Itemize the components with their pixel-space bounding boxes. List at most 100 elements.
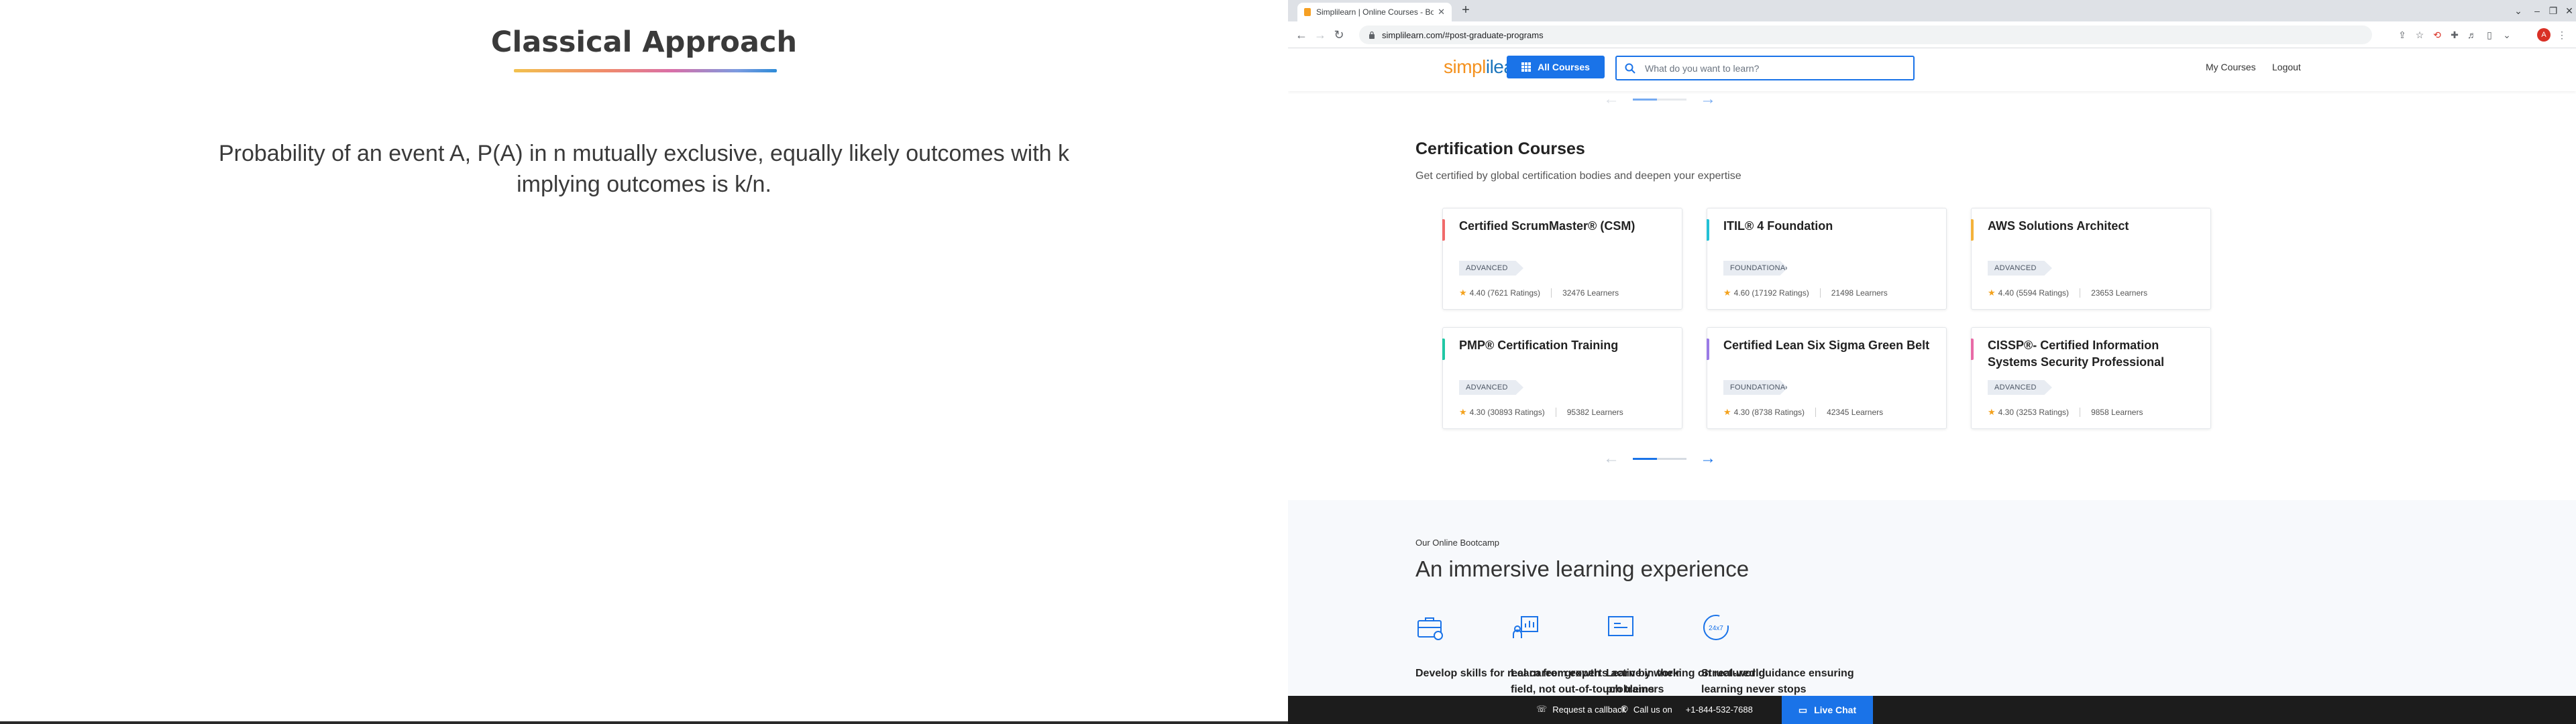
certification-carousel-nav: ← →: [1603, 450, 1716, 467]
card-accent: [1707, 219, 1709, 241]
all-courses-button[interactable]: All Courses: [1507, 56, 1605, 78]
search-input[interactable]: [1645, 62, 1900, 74]
contact-bar: ☏ Request a callback ✆ Call us on +1-844…: [1288, 696, 2576, 724]
course-card[interactable]: AWS Solutions Architect ADVANCED ★ 4.40 (…: [1971, 208, 2211, 310]
carousel-prev-icon[interactable]: ←: [1603, 91, 1619, 107]
course-title: AWS Solutions Architect: [1988, 219, 2129, 233]
star-icon: ★: [1988, 288, 1996, 298]
course-card[interactable]: Certified ScrumMaster® (CSM) ADVANCED ★ 4…: [1442, 208, 1682, 310]
learners-text: 9858 Learners: [2091, 408, 2143, 417]
reload-icon[interactable]: ↻: [1331, 27, 1347, 43]
feature-item: 24x7 Structured guidance ensuring learni…: [1701, 613, 1889, 698]
course-meta: ★ 4.40 (7621 Ratings) 32476 Learners: [1459, 288, 1619, 298]
expert-chart-icon: [1513, 616, 1538, 638]
course-meta: ★ 4.30 (30893 Ratings) 95382 Learners: [1459, 407, 1623, 418]
course-card[interactable]: Certified Lean Six Sigma Green Belt FOUN…: [1707, 327, 1947, 429]
star-icon: ★: [1723, 407, 1731, 417]
level-badge: ADVANCED: [1459, 380, 1523, 395]
grid-icon: [1521, 62, 1532, 72]
card-accent: [1442, 219, 1445, 241]
new-tab-button[interactable]: +: [1458, 3, 1473, 18]
carousel-prev-icon[interactable]: ←: [1603, 450, 1619, 467]
back-icon[interactable]: ←: [1293, 27, 1309, 43]
site-header: simplilearn All Courses My Courses Logou…: [1288, 48, 2576, 91]
logo-part-1: simpl: [1444, 56, 1486, 77]
media-icon[interactable]: ♬: [2465, 27, 2479, 42]
carousel-progress: [1633, 457, 1686, 460]
lock-icon: [1369, 31, 1375, 39]
menu-kebab-icon[interactable]: ⋮: [2555, 27, 2569, 42]
bootcamp-title: An immersive learning experience: [1415, 556, 1750, 581]
tab-search-icon[interactable]: ⌄: [2500, 27, 2514, 42]
slide-pane: Classical Approach Probability of an eve…: [0, 0, 1288, 724]
sidebar-icon[interactable]: ▯: [2482, 27, 2497, 42]
carousel-progress-fill: [1633, 98, 1657, 101]
course-title: Certified ScrumMaster® (CSM): [1459, 219, 1635, 233]
level-badge: ADVANCED: [1459, 261, 1523, 276]
24x7-icon: 24x7: [1703, 615, 1729, 640]
extension-red-icon[interactable]: ⟲: [2430, 27, 2445, 42]
slide-title: Classical Approach: [490, 25, 798, 59]
extensions-puzzle-icon[interactable]: ✚: [2447, 27, 2462, 42]
browser-toolbar: ← → ↻ simplilearn.com/#post-graduate-pro…: [1288, 21, 2576, 48]
rating-text: 4.30 (3253 Ratings): [1998, 408, 2070, 417]
carousel-progress: [1633, 98, 1686, 101]
course-title: PMP® Certification Training: [1459, 339, 1619, 352]
learners-text: 42345 Learners: [1827, 408, 1884, 417]
phone-icon: ☏: [1536, 704, 1548, 714]
card-accent: [1707, 339, 1709, 360]
course-meta: ★ 4.30 (3253 Ratings) 9858 Learners: [1988, 407, 2143, 418]
address-bar[interactable]: simplilearn.com/#post-graduate-programs: [1359, 25, 2372, 44]
tab-close-icon[interactable]: ✕: [1438, 7, 1445, 17]
card-accent: [1442, 339, 1445, 360]
certification-title: Certification Courses: [1415, 139, 1585, 158]
tab-strip: Simplilearn | Online Courses - Bo ✕ + ⌄ …: [1288, 0, 2576, 21]
close-window-icon[interactable]: ✕: [2560, 3, 2576, 19]
carousel-next-icon[interactable]: →: [1700, 91, 1716, 107]
carousel-progress-fill: [1633, 457, 1657, 460]
card-accent: [1971, 219, 1974, 241]
request-callback-button[interactable]: ☏ Request a callback: [1536, 704, 1626, 715]
profile-avatar[interactable]: A: [2537, 28, 2551, 42]
call-icon: ✆: [1621, 704, 1628, 714]
star-icon: ★: [1459, 407, 1467, 417]
carousel-next-icon[interactable]: →: [1700, 450, 1716, 467]
star-icon: ★: [1723, 288, 1731, 298]
title-underline: [514, 69, 777, 72]
course-meta: ★ 4.60 (17192 Ratings) 21498 Learners: [1723, 288, 1888, 298]
course-card[interactable]: PMP® Certification Training ADVANCED ★ 4.…: [1442, 327, 1682, 429]
browser-tab[interactable]: Simplilearn | Online Courses - Bo ✕: [1297, 3, 1452, 21]
course-card[interactable]: CISSP®- Certified Information Systems Se…: [1971, 327, 2211, 429]
board-icon: [1608, 616, 1633, 636]
level-badge: FOUNDATIONAL: [1723, 261, 1788, 276]
bookmark-star-icon[interactable]: ☆: [2412, 27, 2427, 42]
slide-body-text: Probability of an event A, P(A) in n mut…: [218, 141, 1070, 197]
chevron-down-icon[interactable]: ⌄: [2509, 3, 2528, 19]
star-icon: ★: [1459, 288, 1467, 298]
share-icon[interactable]: ⇪: [2395, 27, 2410, 42]
call-us-label: Call us on: [1633, 704, 1672, 715]
course-card[interactable]: ITIL® 4 Foundation FOUNDATIONAL ★ 4.60 (1…: [1707, 208, 1947, 310]
level-badge: ADVANCED: [1988, 261, 2052, 276]
card-accent: [1971, 339, 1974, 360]
rating-text: 4.40 (7621 Ratings): [1469, 288, 1541, 298]
course-search[interactable]: [1615, 56, 1915, 80]
forward-icon[interactable]: →: [1312, 27, 1328, 43]
logout-link[interactable]: Logout: [2272, 62, 2301, 72]
feature-label: Structured guidance ensuring learning ne…: [1701, 668, 1854, 695]
rating-text: 4.40 (5594 Ratings): [1998, 288, 2070, 298]
rating-text: 4.60 (17192 Ratings): [1733, 288, 1809, 298]
course-title: CISSP®- Certified Information Systems Se…: [1988, 339, 2165, 369]
call-us[interactable]: ✆ Call us on +1-844-532-7688: [1621, 704, 1753, 715]
live-chat-label: Live Chat: [1814, 705, 1857, 715]
live-chat-button[interactable]: ▭ Live Chat: [1782, 696, 1873, 724]
course-title: ITIL® 4 Foundation: [1723, 219, 1833, 233]
search-icon: [1625, 63, 1635, 74]
star-icon: ★: [1988, 407, 1996, 417]
my-courses-link[interactable]: My Courses: [2206, 62, 2256, 72]
chat-icon: ▭: [1798, 704, 1808, 715]
24x7-label: 24x7: [1709, 625, 1723, 632]
url-text: simplilearn.com/#post-graduate-programs: [1382, 29, 1544, 40]
slide-bottom-border: [0, 721, 1288, 724]
tab-title: Simplilearn | Online Courses - Bo: [1316, 7, 1434, 17]
